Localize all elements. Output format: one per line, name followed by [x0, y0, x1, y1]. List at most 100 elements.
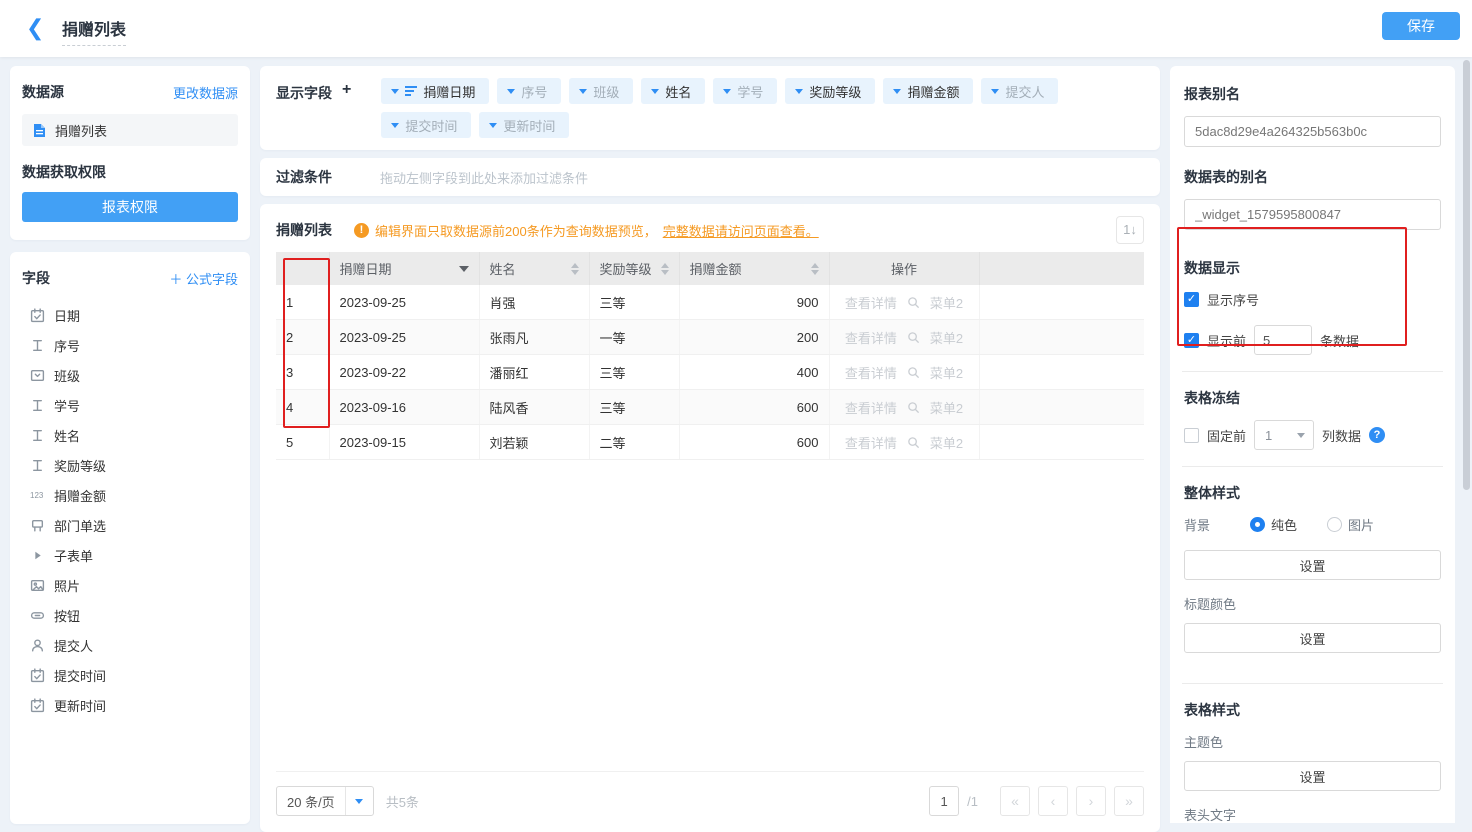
checkbox-checked-icon[interactable]: ✓	[1184, 292, 1199, 307]
chip-student-no[interactable]: 学号	[713, 78, 777, 104]
view-detail-link[interactable]: 查看详情	[845, 433, 897, 452]
field-item-amount[interactable]: 123 捐赠金额	[22, 480, 238, 510]
magnifier-icon[interactable]	[907, 331, 920, 344]
show-index-label: 显示序号	[1207, 290, 1259, 309]
view-detail-link[interactable]: 查看详情	[845, 398, 897, 417]
radio-selected-icon[interactable]	[1250, 517, 1265, 532]
magnifier-icon[interactable]	[907, 296, 920, 309]
chip-submit-time[interactable]: 提交时间	[381, 112, 471, 138]
next-page-button[interactable]: ›	[1076, 786, 1106, 816]
field-item-submitter[interactable]: 提交人	[22, 630, 238, 660]
cell-amount: 200	[679, 320, 829, 355]
add-field-icon[interactable]: +	[342, 81, 351, 138]
datasource-item[interactable]: 捐赠列表	[22, 114, 238, 146]
formula-field-link[interactable]: ＋ 公式字段	[169, 269, 238, 288]
background-set-button[interactable]: 设置	[1184, 550, 1441, 580]
field-item-class[interactable]: 班级	[22, 360, 238, 390]
magnifier-icon[interactable]	[907, 401, 920, 414]
background-label: 背景	[1184, 515, 1210, 534]
field-label: 姓名	[54, 426, 80, 445]
view-detail-link[interactable]: 查看详情	[845, 293, 897, 312]
image-label: 图片	[1348, 515, 1374, 534]
field-item-date[interactable]: 日期	[22, 300, 238, 330]
chip-serial[interactable]: 序号	[497, 78, 561, 104]
field-item-student-no[interactable]: 学号	[22, 390, 238, 420]
last-page-button[interactable]: »	[1114, 786, 1144, 816]
sort-lines-icon	[405, 84, 417, 98]
sort-toggle-icon[interactable]	[571, 263, 579, 275]
divider	[1182, 466, 1443, 467]
checkbox-unchecked-icon[interactable]	[1184, 428, 1199, 443]
report-alias-input[interactable]	[1184, 116, 1441, 147]
freeze-count-select[interactable]: 1	[1254, 420, 1314, 450]
field-item-update-time[interactable]: 更新时间	[22, 690, 238, 720]
view-detail-link[interactable]: 查看详情	[845, 363, 897, 382]
calendar-icon	[30, 308, 45, 323]
magnifier-icon[interactable]	[907, 436, 920, 449]
table-style-title: 表格样式	[1184, 700, 1441, 720]
sort-toggle-icon[interactable]	[661, 263, 669, 275]
datasource-panel: 数据源 更改数据源 捐赠列表 数据获取权限 报表权限	[10, 66, 250, 240]
menu2-link[interactable]: 菜单2	[930, 398, 963, 417]
col-header-grade[interactable]: 奖励等级	[589, 252, 679, 285]
report-permission-button[interactable]: 报表权限	[22, 192, 238, 222]
show-first-count-input[interactable]	[1254, 325, 1312, 355]
top-bar: ❮ 捐赠列表 保存	[0, 0, 1472, 57]
chip-submitter[interactable]: 提交人	[981, 78, 1058, 104]
col-header-date[interactable]: 捐赠日期	[329, 252, 479, 285]
sort-toggle-icon[interactable]	[811, 263, 819, 275]
sort-desc-icon[interactable]	[459, 266, 469, 272]
save-button[interactable]: 保存	[1382, 12, 1460, 40]
menu2-link[interactable]: 菜单2	[930, 363, 963, 382]
menu2-link[interactable]: 菜单2	[930, 328, 963, 347]
text-icon	[30, 338, 45, 353]
field-item-button[interactable]: 按钮	[22, 600, 238, 630]
table-footer: 20 条/页 共5条 /1 « ‹ › »	[276, 771, 1144, 816]
field-item-grade[interactable]: 奖励等级	[22, 450, 238, 480]
back-icon[interactable]: ❮	[26, 14, 50, 42]
row-number: 3	[276, 355, 329, 390]
chip-grade[interactable]: 奖励等级	[785, 78, 875, 104]
field-item-serial[interactable]: 序号	[22, 330, 238, 360]
help-icon[interactable]: ?	[1369, 427, 1385, 443]
col-header-amount[interactable]: 捐赠金额	[679, 252, 829, 285]
chip-amount[interactable]: 捐赠金额	[883, 78, 973, 104]
first-page-button[interactable]: «	[1000, 786, 1030, 816]
chip-class[interactable]: 班级	[569, 78, 633, 104]
title-color-set-button[interactable]: 设置	[1184, 623, 1441, 653]
field-item-subform[interactable]: 子表单	[22, 540, 238, 570]
field-item-department[interactable]: 部门单选	[22, 510, 238, 540]
change-datasource-link[interactable]: 更改数据源	[173, 83, 238, 102]
scrollbar-thumb[interactable]	[1463, 60, 1470, 490]
chip-donation-date[interactable]: 捐赠日期	[381, 78, 489, 104]
chevron-down-icon	[391, 123, 399, 128]
cell-date: 2023-09-25	[329, 285, 479, 320]
chevron-down-icon	[723, 89, 731, 94]
field-item-name[interactable]: 姓名	[22, 420, 238, 450]
radio-unselected-icon[interactable]	[1327, 517, 1342, 532]
menu2-link[interactable]: 菜单2	[930, 293, 963, 312]
col-header-name[interactable]: 姓名	[479, 252, 589, 285]
warning-link[interactable]: 完整数据请访问页面查看。	[663, 221, 819, 240]
fields-title: 字段	[22, 268, 50, 288]
col-header-action: 操作	[829, 252, 979, 285]
chip-update-time[interactable]: 更新时间	[479, 112, 569, 138]
magnifier-icon[interactable]	[907, 366, 920, 379]
page-number-input[interactable]	[929, 786, 959, 816]
field-item-submit-time[interactable]: 提交时间	[22, 660, 238, 690]
chip-name[interactable]: 姓名	[641, 78, 705, 104]
sort-tool-button[interactable]: 1↓	[1116, 216, 1144, 244]
theme-color-set-button[interactable]: 设置	[1184, 761, 1441, 791]
display-fields-label: 显示字段	[276, 83, 332, 138]
prev-page-button[interactable]: ‹	[1038, 786, 1068, 816]
calendar-icon	[30, 698, 45, 713]
menu2-link[interactable]: 菜单2	[930, 433, 963, 452]
chevron-down-icon	[355, 799, 363, 804]
field-item-photo[interactable]: 照片	[22, 570, 238, 600]
page-size-select[interactable]: 20 条/页	[276, 786, 374, 816]
filter-panel[interactable]: 过滤条件 拖动左侧字段到此处来添加过滤条件	[260, 158, 1160, 196]
checkbox-checked-icon[interactable]: ✓	[1184, 333, 1199, 348]
view-detail-link[interactable]: 查看详情	[845, 328, 897, 347]
page-title[interactable]: 捐赠列表	[62, 16, 126, 46]
table-alias-input[interactable]	[1184, 199, 1441, 230]
